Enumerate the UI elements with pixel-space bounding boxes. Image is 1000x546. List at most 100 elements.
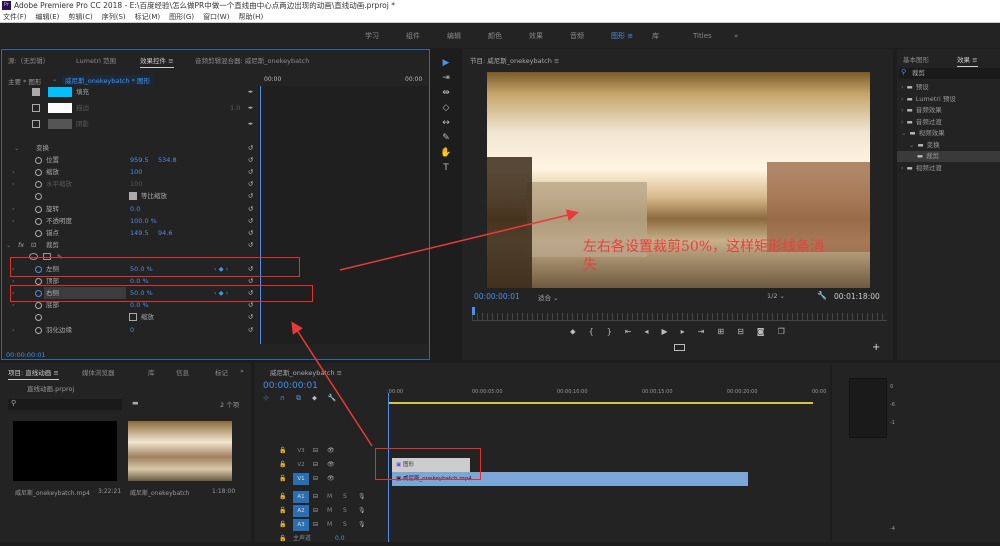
track-target[interactable]: V1 [293,473,309,485]
reset-icon[interactable]: ↺ [248,178,253,190]
chevron-icon[interactable]: › [901,106,904,114]
lock-icon[interactable]: 🔓 [279,518,286,532]
tab-essential-graphics[interactable]: 基本图形 [903,54,929,64]
stopwatch-icon[interactable] [35,193,42,201]
property-value[interactable]: 100 [130,166,142,178]
tree-item[interactable]: › ▬ 音频效果 [897,105,1000,116]
chevron-icon[interactable]: ⌄ [909,141,914,149]
reset-icon[interactable]: ↺ [248,324,253,336]
track-target[interactable]: V3 [293,445,309,457]
lock-icon[interactable]: 🔓 [279,532,286,546]
checkbox[interactable] [129,313,137,322]
reset-icon[interactable]: ↺ [248,203,253,215]
program-playhead[interactable] [472,307,475,315]
tab-effect-controls[interactable]: 效果控件 ≡ [140,55,174,68]
track-select-tool-icon[interactable]: ⇥ [437,73,455,88]
lock-icon[interactable]: 🔓 [279,458,286,472]
eyedropper-icon[interactable]: ✒ [248,86,253,98]
menu-item[interactable]: 标记(M) [135,11,161,22]
insert-icon[interactable]: ⊞ [717,327,724,337]
tab-audio-clip-mixer[interactable]: 音频剪辑混合器: 威尼斯_onekeybatch [195,55,309,65]
step-forward-icon[interactable]: ▸ [681,327,685,337]
menu-item[interactable]: 序列(S) [102,11,126,22]
hand-tool-icon[interactable]: ✋ [437,148,455,163]
go-to-out-icon[interactable]: ⇥ [698,327,705,337]
type-tool-icon[interactable]: T [437,163,455,178]
mute-button[interactable]: M [327,490,332,504]
property-value-2[interactable]: 534.8 [158,154,177,166]
checkbox[interactable] [32,88,40,96]
reset-icon[interactable]: ↺ [248,142,253,154]
workspace-tab[interactable]: 音频 [570,31,611,41]
chevron-right-icon[interactable]: › [12,215,15,227]
workspace-tab[interactable]: » [734,32,775,40]
clip-selector[interactable]: 威尼斯_onekeybatch * 图形 [62,75,153,85]
menu-item[interactable]: 文件(F) [3,11,27,22]
project-tab[interactable]: 库 [148,367,155,377]
tree-item[interactable]: ⌄ ▬ 视频效果 [897,128,1000,139]
reset-icon[interactable]: ↺ [248,227,253,239]
project-tab[interactable]: 信息 [176,367,189,377]
stopwatch-icon[interactable] [35,314,42,322]
sync-lock-icon[interactable]: ⊟ [313,458,318,472]
menu-item[interactable]: 剪辑(C) [68,11,92,22]
tree-item[interactable]: ⌄ ▬ 变换 [897,140,1000,151]
stopwatch-icon[interactable] [35,157,42,165]
track-target[interactable]: V2 [293,459,309,471]
workspace-tab[interactable]: 组件 [406,31,447,41]
sequence-tab[interactable]: 威尼斯_onekeybatch ≡ [270,367,342,377]
project-search-input[interactable]: ⚲ [8,399,122,410]
stopwatch-icon[interactable] [35,217,42,225]
pen-tool-icon[interactable]: ✎ [437,133,455,148]
track-target[interactable]: A3 [293,519,309,531]
chevron-right-icon[interactable]: › [12,324,15,336]
eye-icon[interactable]: 👁 [327,444,335,458]
solo-button[interactable]: S [343,490,347,504]
reset-icon[interactable]: ↺ [248,239,253,251]
program-timecode[interactable]: 00:00:00:01 [474,292,520,301]
chevron-icon[interactable]: › [901,83,904,91]
workspace-tab[interactable]: 效果 [529,31,570,41]
sync-lock-icon[interactable]: ⊟ [313,444,318,458]
mark-out-icon[interactable]: } [607,327,612,337]
eye-icon[interactable]: 👁 [327,472,335,486]
reset-icon[interactable]: ↺ [248,215,253,227]
workspace-tab[interactable]: 编辑 [447,31,488,41]
property-value-2[interactable]: 94.6 [158,227,172,239]
selection-tool-icon[interactable]: ▶ [437,58,455,73]
checkbox[interactable] [32,104,40,112]
property-value[interactable]: 0 [130,324,134,336]
add-button-icon[interactable]: + [872,342,880,353]
compare-icon[interactable]: ❐ [778,327,785,337]
stopwatch-icon[interactable] [35,181,42,189]
chevron-icon[interactable]: › [901,164,904,172]
ripple-edit-tool-icon[interactable]: ⇹ [437,88,455,103]
reset-icon[interactable]: ↺ [248,154,253,166]
project-tab[interactable]: 媒体浏览器 [82,367,115,377]
workspace-tab[interactable]: 图形 ≡ [611,31,652,41]
menu-item[interactable]: 窗口(W) [203,11,229,22]
tree-item[interactable]: › ▬ Lumetri 预设 [897,94,1000,105]
microphone-icon[interactable]: 🎙 [358,518,366,532]
reset-icon[interactable]: ↺ [248,166,253,178]
project-tab[interactable]: 项目: 直线动画 ≡ [8,367,59,380]
stroke-width-value[interactable]: 1.0 [230,102,240,114]
fx-badge-icon[interactable]: fx [18,239,24,251]
solo-button[interactable]: S [343,504,347,518]
stopwatch-icon[interactable] [35,205,42,213]
property-value[interactable]: 100 [130,178,142,190]
tab-effects[interactable]: 效果 ≡ [957,54,978,67]
project-tab[interactable]: » [240,367,244,375]
color-swatch[interactable] [48,119,72,129]
menu-item[interactable]: 图形(G) [169,11,194,22]
stopwatch-icon[interactable] [35,229,42,237]
track-target[interactable]: A1 [293,491,309,503]
property-value[interactable]: 959.5 [130,154,149,166]
effects-search-input[interactable]: 裁剪 [899,68,1000,79]
tree-item[interactable]: › ▬ 预设 [897,82,1000,93]
play-icon[interactable]: ▶ [662,327,668,337]
menu-item[interactable]: 编辑(E) [36,11,60,22]
sync-lock-icon[interactable]: ⊟ [313,490,318,504]
workspace-tab[interactable]: 库 [652,31,693,41]
chevron-icon[interactable]: › [901,118,904,126]
